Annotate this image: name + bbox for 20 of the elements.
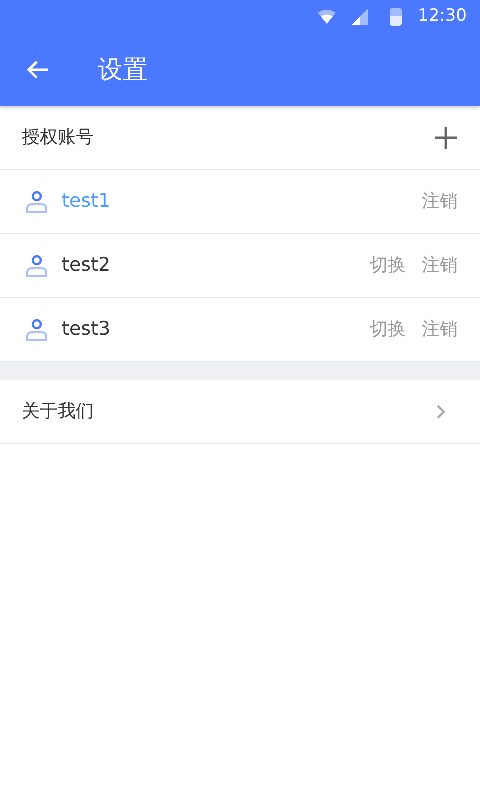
account-action[interactable]: 注销 bbox=[422, 316, 458, 343]
account-name[interactable]: test2 bbox=[62, 251, 111, 280]
chevron-icon bbox=[436, 404, 446, 420]
wifi-icon bbox=[318, 10, 336, 24]
menu-item[interactable]: 关于我们 bbox=[22, 398, 94, 425]
account-name[interactable]: test1 bbox=[62, 187, 111, 216]
battery-icon bbox=[390, 8, 402, 26]
section-title: 授权账号 bbox=[22, 126, 94, 150]
add-icon[interactable] bbox=[434, 126, 458, 150]
signal-icon bbox=[352, 9, 368, 25]
account-name[interactable]: test3 bbox=[62, 315, 111, 344]
account-action[interactable]: 切换 bbox=[370, 252, 406, 279]
account-action[interactable]: 注销 bbox=[422, 188, 458, 215]
user-icon bbox=[26, 190, 48, 212]
page-title: 设置 bbox=[98, 54, 148, 86]
account-action[interactable]: 注销 bbox=[422, 252, 458, 279]
status-time: 12:30 bbox=[418, 5, 467, 28]
user-icon bbox=[26, 318, 48, 340]
user-icon bbox=[26, 254, 48, 276]
account-action[interactable]: 切换 bbox=[370, 316, 406, 343]
